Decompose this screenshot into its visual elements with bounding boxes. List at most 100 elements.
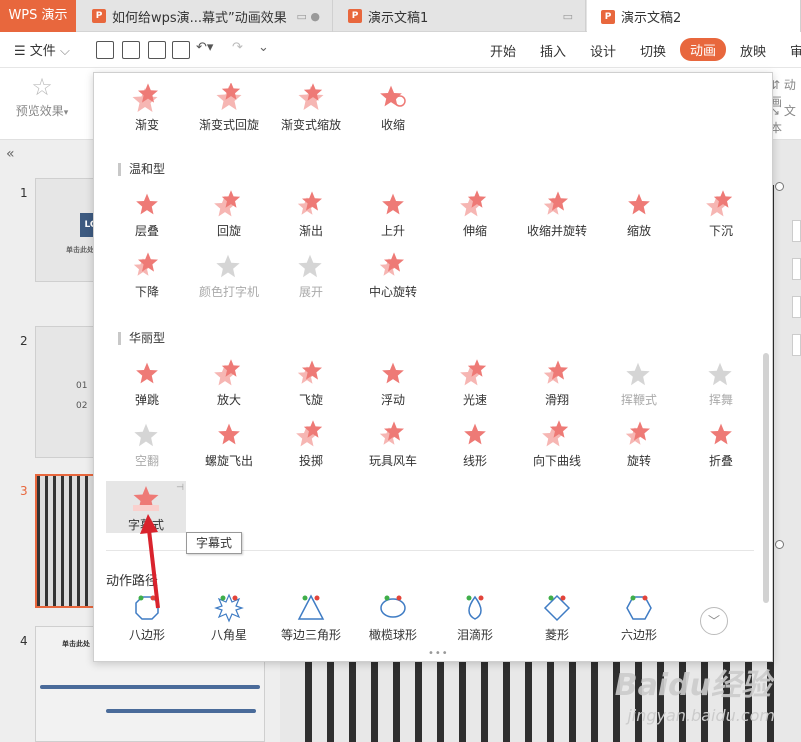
tab-doc2[interactable]: P 演示文稿1 ▭ (334, 0, 586, 32)
tab-monitor-icon[interactable]: ▭ (563, 10, 573, 23)
effect-shrink[interactable]: 收缩 (352, 83, 434, 141)
effect-item[interactable]: 层叠 (106, 189, 188, 247)
save-icon[interactable] (96, 41, 114, 59)
effect-item[interactable]: 飞旋 (270, 358, 352, 416)
effect-label: 折叠 (708, 454, 733, 468)
effect-item[interactable]: 光速 (434, 358, 516, 416)
effect-item[interactable]: 挥鞭式 (598, 358, 680, 416)
effect-item[interactable]: 回旋 (188, 189, 270, 247)
file-menu-button[interactable]: ☰ 文件 ⌵ (14, 40, 70, 59)
side-tool-button[interactable] (792, 220, 801, 242)
effect-item[interactable]: 下降 (106, 250, 188, 308)
tab-review[interactable]: 审 (790, 41, 801, 60)
effect-label: 旋转 (626, 454, 651, 468)
effect-tooltip: 字幕式 (186, 532, 242, 554)
side-tool-button[interactable] (792, 296, 801, 318)
effect-item[interactable]: 渐出 (270, 189, 352, 247)
star-effect-icon (218, 423, 240, 445)
effect-label: 玩具风车 (368, 454, 417, 468)
star-effect-icon (216, 254, 240, 278)
effect-item[interactable]: 收缩并旋转 (516, 189, 598, 247)
chevron-down-icon[interactable]: ﹀ (700, 607, 728, 635)
side-tool-button[interactable] (792, 258, 801, 280)
tab-design[interactable]: 设计 (590, 41, 616, 60)
dropdown-scrollbar[interactable] (763, 353, 769, 603)
pin-icon[interactable]: ⊣ (176, 483, 184, 493)
effect-item[interactable]: 展开 (270, 250, 352, 308)
motion-path-item[interactable]: 橄榄球形 (352, 593, 434, 651)
motion-path-label: 八角星 (210, 628, 247, 642)
tab-doc1[interactable]: P 如何给wps演...幕式”动画效果 ▭ ● (78, 0, 333, 32)
resize-handle[interactable] (775, 182, 784, 191)
effect-item[interactable]: 下沉 (680, 189, 762, 247)
effect-item[interactable]: 伸缩 (434, 189, 516, 247)
undo-icon[interactable]: ↶▾ (196, 40, 213, 55)
effect-item[interactable]: 弹跳 (106, 358, 188, 416)
effect-item[interactable]: 折叠 (680, 419, 762, 477)
effect-item[interactable]: 旋转 (598, 419, 680, 477)
annotation-arrow-icon (140, 514, 160, 609)
resize-handle[interactable] (775, 540, 784, 549)
effect-item[interactable]: 螺旋飞出 (188, 419, 270, 477)
effect-item[interactable]: 挥舞 (680, 358, 762, 416)
diamond-path-icon (543, 594, 571, 622)
slide1-title: 单击此处 (66, 246, 94, 254)
print-icon[interactable] (148, 41, 166, 59)
effect-fade-zoom[interactable]: 渐变式缩放 (270, 83, 352, 141)
motion-path-item[interactable]: 菱形 (516, 593, 598, 651)
effect-fade-swivel[interactable]: 渐变式回旋 (188, 83, 270, 141)
effect-item[interactable]: 颜色打字机 (188, 250, 270, 308)
effect-label: 收缩 (380, 118, 405, 132)
print-preview-icon[interactable] (172, 41, 190, 59)
motion-path-item[interactable]: 泪滴形 (434, 593, 516, 651)
tab-doc3[interactable]: P 演示文稿2 (587, 0, 801, 33)
tab-animation[interactable]: 动画 (680, 38, 727, 61)
effect-item[interactable]: 上升 (352, 189, 434, 247)
tab-insert[interactable]: 插入 (540, 41, 566, 60)
tab-slideshow[interactable]: 放映 (740, 41, 766, 60)
effect-item[interactable]: 投掷 (270, 419, 352, 477)
collapse-panel-icon[interactable]: « (6, 146, 15, 162)
effect-label: 投掷 (298, 454, 323, 468)
effect-item[interactable]: 中心旋转 (352, 250, 434, 308)
slide4-title: 单击此处 (62, 640, 90, 648)
export-icon[interactable] (122, 41, 140, 59)
slide-number: 1 (20, 186, 28, 200)
effect-label: 回旋 (216, 224, 241, 238)
menu-toolbar: ☰ 文件 ⌵ ↶▾ ↷ ⌄ 开始 插入 设计 切换 动画 放映 审 (0, 32, 801, 68)
motion-path-item[interactable]: 八角星 (188, 593, 270, 651)
star-effect-icon (379, 421, 404, 445)
app-logo[interactable]: WPS 演示 (0, 0, 76, 32)
slide2-item: 01 (76, 381, 88, 391)
effect-item[interactable]: 向下曲线 (516, 419, 598, 477)
effect-item[interactable]: 空翻 (106, 419, 188, 477)
effect-fade[interactable]: 渐变 (106, 83, 188, 141)
effect-item[interactable]: 放大 (188, 358, 270, 416)
resize-grip-icon[interactable]: ••• (428, 648, 449, 659)
redo-icon[interactable]: ↷ (232, 40, 243, 55)
star-effect-icon (214, 359, 241, 386)
motion-path-label: 等边三角形 (280, 628, 341, 642)
text-animation-button[interactable]: ↘ 文本 (770, 102, 801, 136)
triangle-path-icon (297, 594, 325, 620)
effect-item[interactable]: 滑翔 (516, 358, 598, 416)
preview-effect-button[interactable]: ☆ 预览效果▾ (10, 72, 74, 119)
tab-start[interactable]: 开始 (490, 41, 516, 60)
effect-label: 渐变式回旋 (198, 118, 259, 132)
timeline-bar (106, 709, 256, 713)
effect-label: 线形 (462, 454, 487, 468)
effect-label: 浮动 (380, 393, 405, 407)
effect-item[interactable]: 浮动 (352, 358, 434, 416)
motion-path-item[interactable]: 六边形 (598, 593, 680, 651)
star-icon: ☆ (31, 73, 53, 101)
effect-label: 挥舞 (708, 393, 733, 407)
effect-item[interactable]: 缩放 (598, 189, 680, 247)
customize-icon[interactable]: ⌄ (258, 40, 269, 55)
tab-transition[interactable]: 切换 (640, 41, 666, 60)
side-tool-button[interactable] (792, 334, 801, 356)
tab-monitor-icon[interactable]: ▭ ● (297, 10, 321, 23)
motion-path-item[interactable]: 等边三角形 (270, 593, 352, 651)
slide-number: 2 (20, 334, 28, 348)
effect-item[interactable]: 玩具风车 (352, 419, 434, 477)
effect-item[interactable]: 线形 (434, 419, 516, 477)
